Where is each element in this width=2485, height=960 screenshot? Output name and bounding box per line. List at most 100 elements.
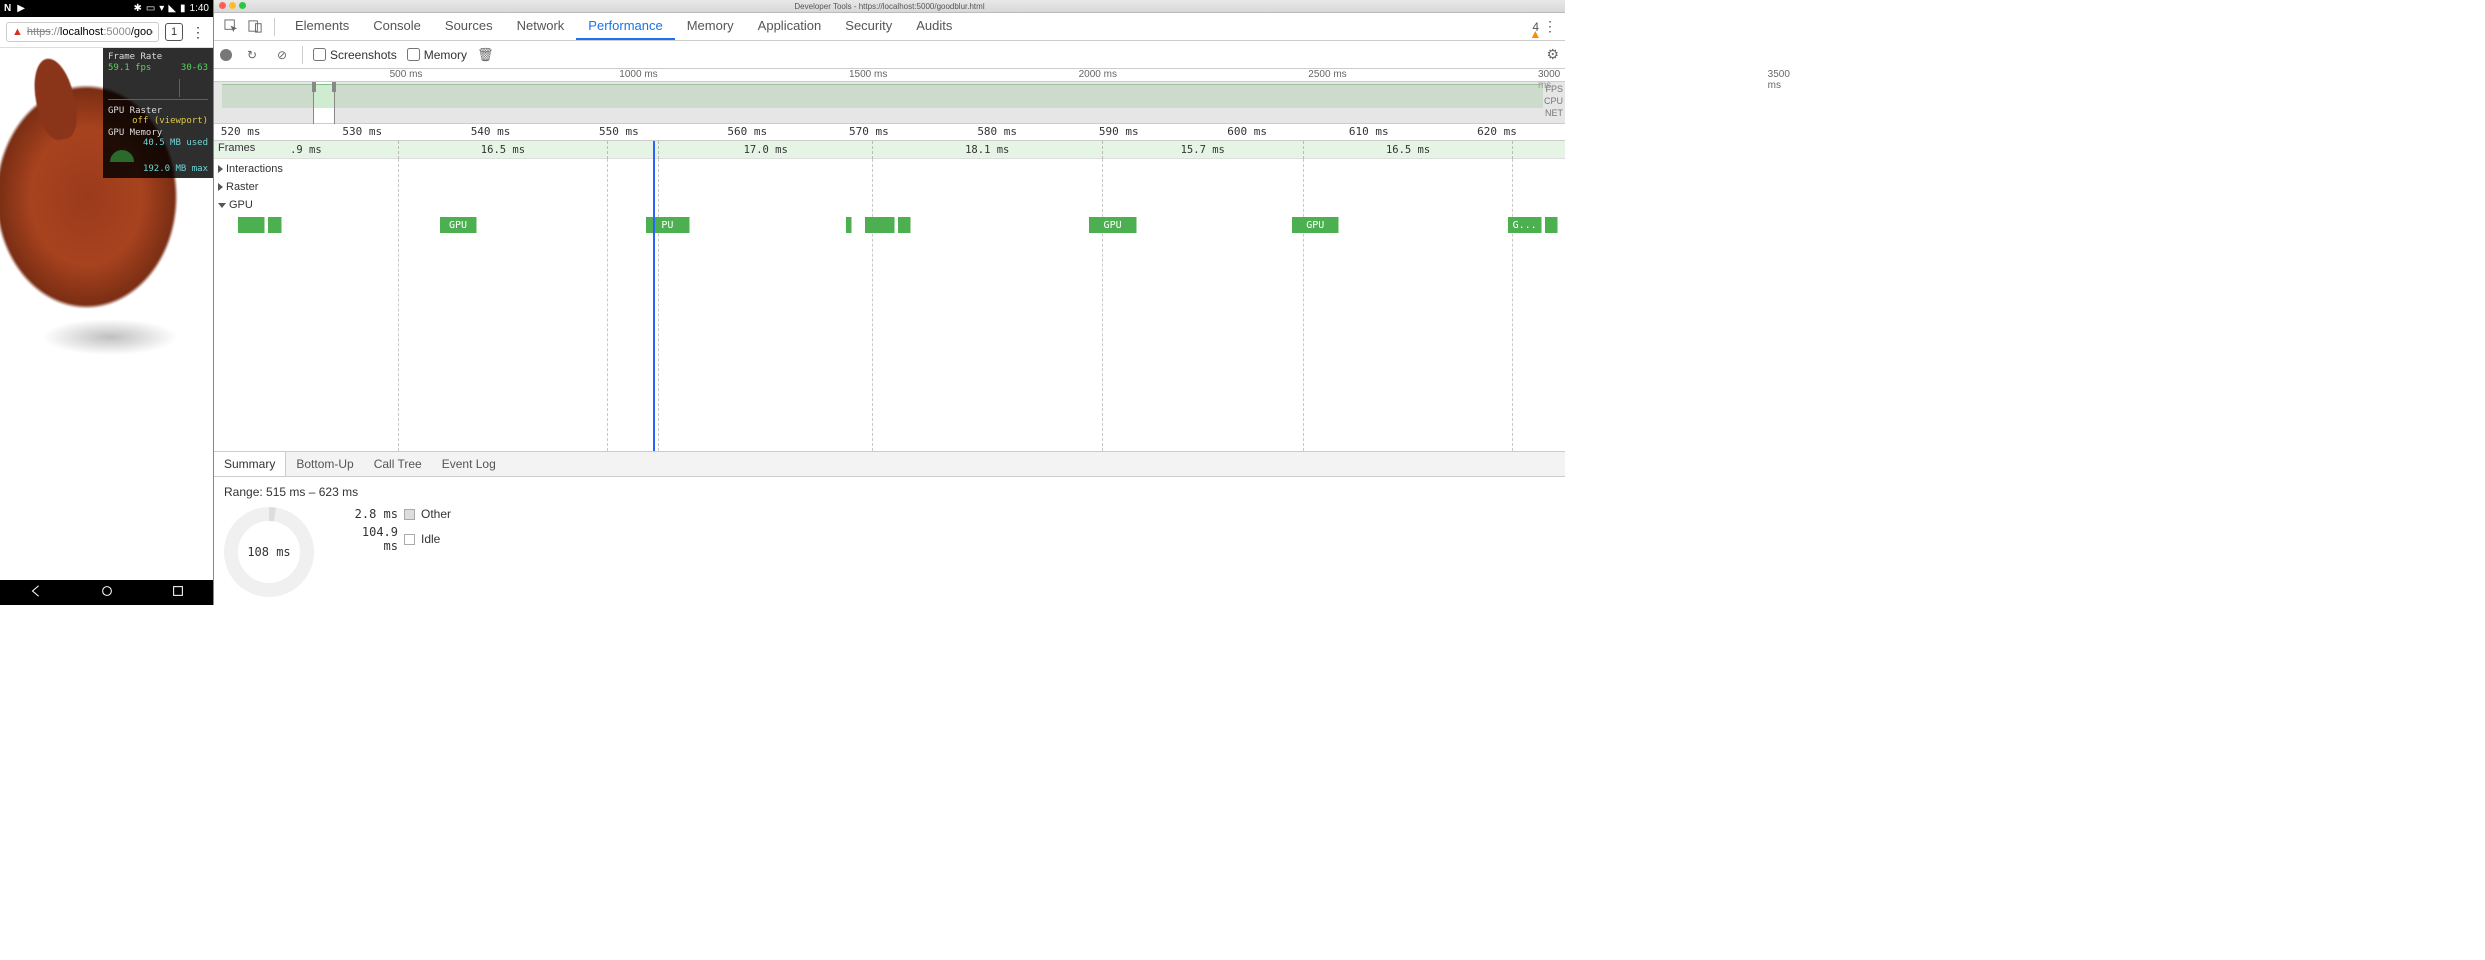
hud-gpu-raster-label: GPU Raster — [108, 106, 208, 116]
vibrate-icon: ▭ — [146, 3, 155, 14]
url-input[interactable]: ▲ https://localhost:5000/goodbl — [6, 22, 159, 42]
summary-pie: 108 ms — [224, 507, 314, 597]
frame-cell[interactable]: 16.5 ms — [398, 141, 607, 159]
window-title-text: Developer Tools - https://localhost:5000… — [794, 2, 984, 11]
reload-button[interactable]: ↻ — [242, 45, 262, 65]
frame-cell[interactable]: .9 ms — [214, 141, 398, 159]
detail-tab-bottom-up[interactable]: Bottom-Up — [286, 452, 363, 476]
performance-toolbar: ↻ ⊘ Screenshots Memory 🗑 ⚙ — [214, 41, 1565, 69]
record-button[interactable] — [220, 49, 232, 61]
frame-cell[interactable]: 16.5 ms — [1303, 141, 1512, 159]
frame-cell[interactable]: 18.1 ms — [872, 141, 1102, 159]
gpu-block[interactable] — [238, 217, 265, 233]
tab-switcher-button[interactable]: 1 — [165, 23, 183, 41]
overview-tick: 1000 ms — [619, 69, 657, 80]
flame-ruler-tick: 590 ms — [1099, 125, 1139, 138]
playhead[interactable] — [653, 141, 655, 451]
overview-button[interactable] — [171, 584, 185, 601]
tab-sources[interactable]: Sources — [433, 13, 505, 40]
inspect-element-icon[interactable] — [220, 16, 242, 38]
chrome-menu-button[interactable]: ⋮ — [189, 24, 207, 41]
gpu-block[interactable] — [865, 217, 895, 233]
flame-ruler-tick: 600 ms — [1227, 125, 1267, 138]
overview-tick: 500 ms — [390, 69, 423, 80]
tab-memory[interactable]: Memory — [675, 13, 746, 40]
mobile-device-frame: N ▶ ✱ ▭ ▾ ◣ ▮ 1:40 ▲ https://localhost:5… — [0, 0, 214, 605]
flame-ruler-tick: 540 ms — [471, 125, 511, 138]
window-titlebar: Developer Tools - https://localhost:5000… — [214, 0, 1565, 13]
gpu-block[interactable] — [898, 217, 912, 233]
hud-gpu-mem-pie — [110, 150, 134, 162]
flame-chart: 520 ms530 ms540 ms550 ms560 ms570 ms580 … — [214, 124, 1565, 605]
settings-gear-icon[interactable]: ⚙ — [1546, 46, 1559, 63]
tab-performance[interactable]: Performance — [576, 13, 674, 40]
traffic-lights[interactable] — [219, 2, 246, 9]
gpu-block[interactable] — [1545, 217, 1559, 233]
tab-application[interactable]: Application — [746, 13, 834, 40]
android-status-bar: N ▶ ✱ ▭ ▾ ◣ ▮ 1:40 — [0, 0, 213, 17]
gpu-block[interactable] — [846, 217, 851, 233]
tab-console[interactable]: Console — [361, 13, 433, 40]
gpu-row-label[interactable]: GPU — [218, 199, 253, 211]
screenshots-checkbox[interactable]: Screenshots — [313, 48, 397, 62]
tab-security[interactable]: Security — [833, 13, 904, 40]
gpu-block[interactable] — [268, 217, 282, 233]
page-content[interactable]: Frame Rate 59.1 fps 30-63 GPU Raster off… — [0, 48, 213, 580]
timeline-overview[interactable]: 500 ms1000 ms1500 ms2000 ms2500 ms3000 m… — [214, 69, 1565, 124]
flame-ruler-tick: 620 ms — [1477, 125, 1517, 138]
summary-pie-total: 108 ms — [247, 545, 290, 559]
clear-button[interactable]: ⊘ — [272, 45, 292, 65]
home-button[interactable] — [100, 584, 114, 601]
tab-network[interactable]: Network — [505, 13, 577, 40]
hud-fps-range: 30-63 — [181, 63, 208, 73]
devtools-window: Developer Tools - https://localhost:5000… — [214, 0, 1565, 605]
hud-gpu-raster-value: off (viewport) — [108, 116, 208, 126]
overview-tick: 1500 ms — [849, 69, 887, 80]
memory-checkbox[interactable]: Memory — [407, 48, 467, 62]
url-text: https://localhost:5000/goodbl — [27, 26, 153, 38]
device-toolbar-icon[interactable] — [244, 16, 266, 38]
tab-elements[interactable]: Elements — [283, 13, 361, 40]
wifi-icon: ▾ — [159, 3, 164, 14]
detail-tabs: SummaryBottom-UpCall TreeEvent Log — [214, 451, 1565, 477]
detail-tab-summary[interactable]: Summary — [214, 452, 286, 476]
flame-ruler-tick: 610 ms — [1349, 125, 1389, 138]
flame-body[interactable]: Frames .9 ms16.5 ms17.0 ms18.1 ms15.7 ms… — [214, 141, 1565, 451]
flame-ruler-tick: 570 ms — [849, 125, 889, 138]
overview-lane-labels: FPSCPUNET — [1544, 83, 1563, 119]
warning-count[interactable]: ▲4 — [1529, 20, 1539, 34]
raster-row-label[interactable]: Raster — [218, 181, 258, 193]
android-n-icon: N — [4, 3, 11, 14]
legend-row: 2.8 msOther — [342, 507, 451, 521]
overview-tick: 2500 ms — [1308, 69, 1346, 80]
frame-cell[interactable] — [607, 141, 658, 159]
frames-track[interactable]: Frames .9 ms16.5 ms17.0 ms18.1 ms15.7 ms… — [214, 141, 1565, 159]
frame-cell[interactable]: 16.5 ms — [1512, 141, 1565, 159]
frame-cell[interactable]: 15.7 ms — [1102, 141, 1303, 159]
tab-audits[interactable]: Audits — [904, 13, 964, 40]
gpu-block[interactable]: GPU — [1292, 217, 1339, 233]
insecure-warning-icon: ▲ — [12, 26, 23, 38]
play-icon: ▶ — [17, 3, 25, 14]
back-button[interactable] — [29, 584, 43, 601]
android-nav-bar — [0, 580, 213, 605]
overview-selection-handle[interactable] — [313, 82, 335, 124]
interactions-row-label[interactable]: Interactions — [218, 163, 283, 175]
summary-panel: Range: 515 ms – 623 ms 108 ms 2.8 msOthe… — [214, 477, 1565, 605]
clock-text: 1:40 — [190, 3, 209, 14]
summary-range: Range: 515 ms – 623 ms — [224, 485, 1555, 499]
garbage-collect-icon[interactable]: 🗑 — [477, 47, 494, 63]
summary-legend: 2.8 msOther104.9 msIdle — [342, 507, 451, 553]
gpu-block[interactable]: G... — [1508, 217, 1542, 233]
battery-icon: ▮ — [180, 3, 186, 14]
bluetooth-icon: ✱ — [133, 3, 141, 14]
gpu-block[interactable]: GPU — [440, 217, 478, 233]
devtools-menu-icon[interactable]: ⋮ — [1541, 18, 1559, 35]
detail-tab-call-tree[interactable]: Call Tree — [364, 452, 432, 476]
detail-tab-event-log[interactable]: Event Log — [432, 452, 506, 476]
flame-ruler[interactable]: 520 ms530 ms540 ms550 ms560 ms570 ms580 … — [214, 124, 1565, 141]
frame-cell[interactable]: 17.0 ms — [658, 141, 871, 159]
hud-gpu-mem-label: GPU Memory — [108, 128, 208, 138]
flame-ruler-tick: 530 ms — [342, 125, 382, 138]
gpu-block[interactable]: GPU — [1089, 217, 1136, 233]
